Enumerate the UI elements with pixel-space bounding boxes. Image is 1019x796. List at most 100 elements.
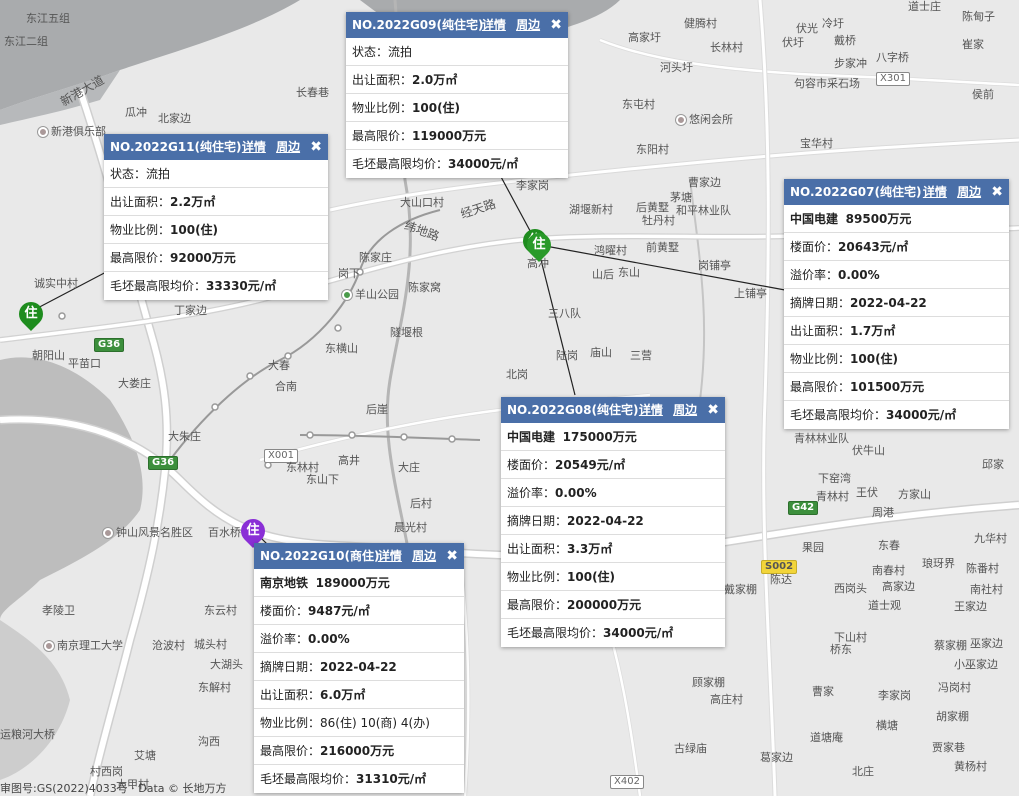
place-label: 戴桥 — [834, 34, 856, 47]
popup-row: 楼面价：20549元/㎡ — [501, 451, 725, 479]
close-icon[interactable]: ✖ — [991, 184, 1003, 200]
place-label: 伏圩 — [782, 36, 804, 49]
place-label: 瓜冲 — [125, 106, 147, 119]
close-icon[interactable]: ✖ — [550, 17, 562, 33]
popup-row: 出让面积：1.7万㎡ — [784, 317, 1009, 345]
place-label: 陈达 — [770, 573, 792, 586]
place-label: 三营 — [630, 349, 652, 362]
detail-link[interactable]: 详情 — [639, 403, 663, 417]
popup-row: 楼面价：20643元/㎡ — [784, 233, 1009, 261]
popup-row: 状态：流拍 — [346, 38, 568, 66]
popup-header: NO.2022G09(纯住宅) 详情 周边 ✖ — [346, 12, 568, 38]
popup-row: 出让面积：2.0万㎡ — [346, 66, 568, 94]
place-label: 大春 — [268, 359, 290, 372]
popup-row: 摘牌日期：2022-04-22 — [254, 653, 464, 681]
popup-g11: NO.2022G11(纯住宅) 详情 周边 ✖ 状态：流拍 出让面积：2.2万㎡… — [104, 134, 328, 300]
popup-row: 楼面价：9487元/㎡ — [254, 597, 464, 625]
place-label: 东春 — [878, 539, 900, 552]
detail-link[interactable]: 详情 — [378, 549, 402, 563]
poi-icon — [676, 115, 686, 125]
place-label: 平苗口 — [68, 357, 101, 370]
place-label: 贾家巷 — [932, 741, 965, 754]
place-label: 后崖 — [366, 403, 388, 416]
place-label: 北家边 — [158, 112, 191, 125]
land-marker-g11[interactable]: 住 — [14, 297, 48, 332]
poi-icon — [38, 127, 48, 137]
popup-winner-row: 南京地铁 189000万元 — [254, 569, 464, 597]
popup-row: 出让面积：3.3万㎡ — [501, 535, 725, 563]
close-icon[interactable]: ✖ — [310, 139, 322, 155]
place-label: 健腾村 — [684, 17, 717, 30]
place-label: 侯前 — [972, 88, 994, 101]
place-label: 李家岗 — [878, 689, 911, 702]
place-label: 东横山 — [325, 342, 358, 355]
place-label: 长春巷 — [296, 86, 329, 99]
around-link[interactable]: 周边 — [516, 18, 540, 32]
place-label: 大山口村 — [400, 196, 444, 209]
around-link[interactable]: 周边 — [276, 140, 300, 154]
detail-link[interactable]: 详情 — [242, 140, 266, 154]
close-icon[interactable]: ✖ — [707, 402, 719, 418]
highway-shield: G42 — [788, 501, 819, 515]
place-label: 南春村 — [872, 564, 905, 577]
place-label: 方家山 — [898, 488, 931, 501]
place-label: 青林林业队 — [794, 432, 849, 445]
place-label: 北岗 — [506, 368, 528, 381]
place-label: 陈家窝 — [408, 281, 441, 294]
place-label: 高家边 — [882, 580, 915, 593]
place-label: 东云村 — [204, 604, 237, 617]
place-label: 村西岗 — [90, 765, 123, 778]
place-label: 古绿庙 — [674, 742, 707, 755]
popup-row: 物业比例：86(住) 10(商) 4(办) — [254, 709, 464, 737]
place-label: 八字桥 — [876, 51, 909, 64]
popup-row: 物业比例：100(住) — [784, 345, 1009, 373]
place-label: 葛家边 — [760, 751, 793, 764]
place-label: 句容市采石场 — [794, 77, 860, 90]
around-link[interactable]: 周边 — [673, 403, 697, 417]
highway-shield: X301 — [876, 72, 910, 86]
popup-winner-row: 中国电建 175000万元 — [501, 423, 725, 451]
around-link[interactable]: 周边 — [957, 185, 981, 199]
popup-title: NO.2022G10(商住) — [260, 549, 380, 563]
place-label: 隧堰根 — [390, 326, 423, 339]
popup-row: 毛坯最高限均价：33330元/㎡ — [110, 279, 277, 293]
place-label: 曹家 — [812, 685, 834, 698]
place-label: 牡丹村 — [642, 214, 675, 227]
place-label: 果园 — [802, 541, 824, 554]
place-label: 李家岗 — [516, 179, 549, 192]
detail-link[interactable]: 详情 — [482, 18, 506, 32]
place-label: 岗下 — [338, 267, 360, 280]
place-label: 伏牛山 — [852, 444, 885, 457]
poi-label: 羊山公园 — [342, 288, 399, 301]
popup-row: 毛坯最高限均价：31310元/㎡ — [260, 772, 427, 786]
place-label: 南社村 — [970, 583, 1003, 596]
place-label: 道士庄 — [908, 0, 941, 13]
around-link[interactable]: 周边 — [412, 549, 436, 563]
place-label: 宝华村 — [800, 137, 833, 150]
land-marker-g07-g08[interactable]: 住 — [522, 228, 556, 263]
place-label: 曹家边 — [688, 176, 721, 189]
detail-link[interactable]: 详情 — [923, 185, 947, 199]
popup-row: 最高限价：200000万元 — [501, 591, 725, 619]
popup-g08: NO.2022G08(纯住宅) 详情 周边 ✖ 中国电建 175000万元 楼面… — [501, 397, 725, 647]
place-label: 巫家边 — [970, 637, 1003, 650]
popup-row: 溢价率：0.00% — [254, 625, 464, 653]
place-label: 下窑湾 — [818, 472, 851, 485]
place-label: 东解村 — [198, 681, 231, 694]
place-label: 冯岗村 — [938, 681, 971, 694]
place-label: 大娄庄 — [118, 377, 151, 390]
map-canvas[interactable]: 东江五组 东江二组 新港大道 瓜冲 北家边 新港俱乐部 长春巷 健腾村 伏光 冷… — [0, 0, 1019, 796]
place-label: 西岗头 — [834, 582, 867, 595]
popup-row: 出让面积：6.0万㎡ — [254, 681, 464, 709]
place-label: 陈甸子 — [962, 10, 995, 23]
close-icon[interactable]: ✖ — [446, 548, 458, 564]
place-label: 东屯村 — [622, 98, 655, 111]
place-label: 横塘 — [876, 719, 898, 732]
place-label: 崔家 — [962, 38, 984, 51]
place-label: 道士观 — [868, 599, 901, 612]
place-label: 道塘庵 — [810, 731, 843, 744]
place-label: 上铺亭 — [734, 287, 767, 300]
place-label: 周港 — [872, 506, 894, 519]
popup-row: 最高限价：216000万元 — [254, 737, 464, 765]
poi-icon — [44, 641, 54, 651]
